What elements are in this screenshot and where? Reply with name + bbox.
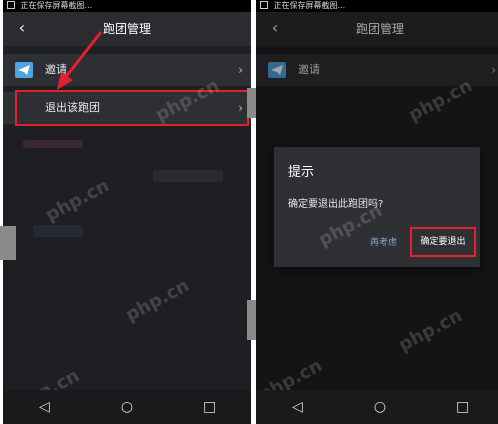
blurred-content <box>33 225 83 237</box>
navigation-bar: ◁ ○ □ <box>3 390 251 424</box>
cancel-button[interactable]: 再考虑 <box>370 235 397 248</box>
navigation-bar: ◁ ○ □ <box>256 390 498 424</box>
dialog-title: 提示 <box>288 165 315 180</box>
blurred-content <box>23 140 83 148</box>
side-tab <box>0 226 16 260</box>
confirm-dialog: 提示 确定要退出此跑团吗? 再考虑 确定要退出 <box>274 147 480 267</box>
nav-home-button[interactable]: ○ <box>360 399 400 415</box>
screenshot-icon <box>260 1 268 9</box>
nav-back-button[interactable]: ◁ <box>24 399 64 415</box>
status-text: 正在保存屏幕截图... <box>273 1 346 10</box>
nav-recents-button[interactable]: □ <box>190 399 230 415</box>
confirm-quit-button[interactable]: 确定要退出 <box>410 227 476 257</box>
phone-screen-right: 正在保存屏幕截图... ‹ 跑团管理 邀请 › 提示 确定要退出此跑团吗? 再考… <box>256 0 498 424</box>
blurred-content <box>153 170 223 182</box>
nav-home-button[interactable]: ○ <box>107 399 147 415</box>
nav-back-button[interactable]: ◁ <box>277 399 317 415</box>
content-area <box>3 130 251 390</box>
dialog-message: 确定要退出此跑团吗? <box>288 199 384 210</box>
phone-screen-left: 正在保存屏幕截图... ‹ 跑团管理 邀请 › 退出该跑团 › php.cn p… <box>3 0 251 424</box>
nav-recents-button[interactable]: □ <box>443 399 483 415</box>
status-bar: 正在保存屏幕截图... <box>256 0 498 12</box>
red-arrow <box>57 31 103 90</box>
